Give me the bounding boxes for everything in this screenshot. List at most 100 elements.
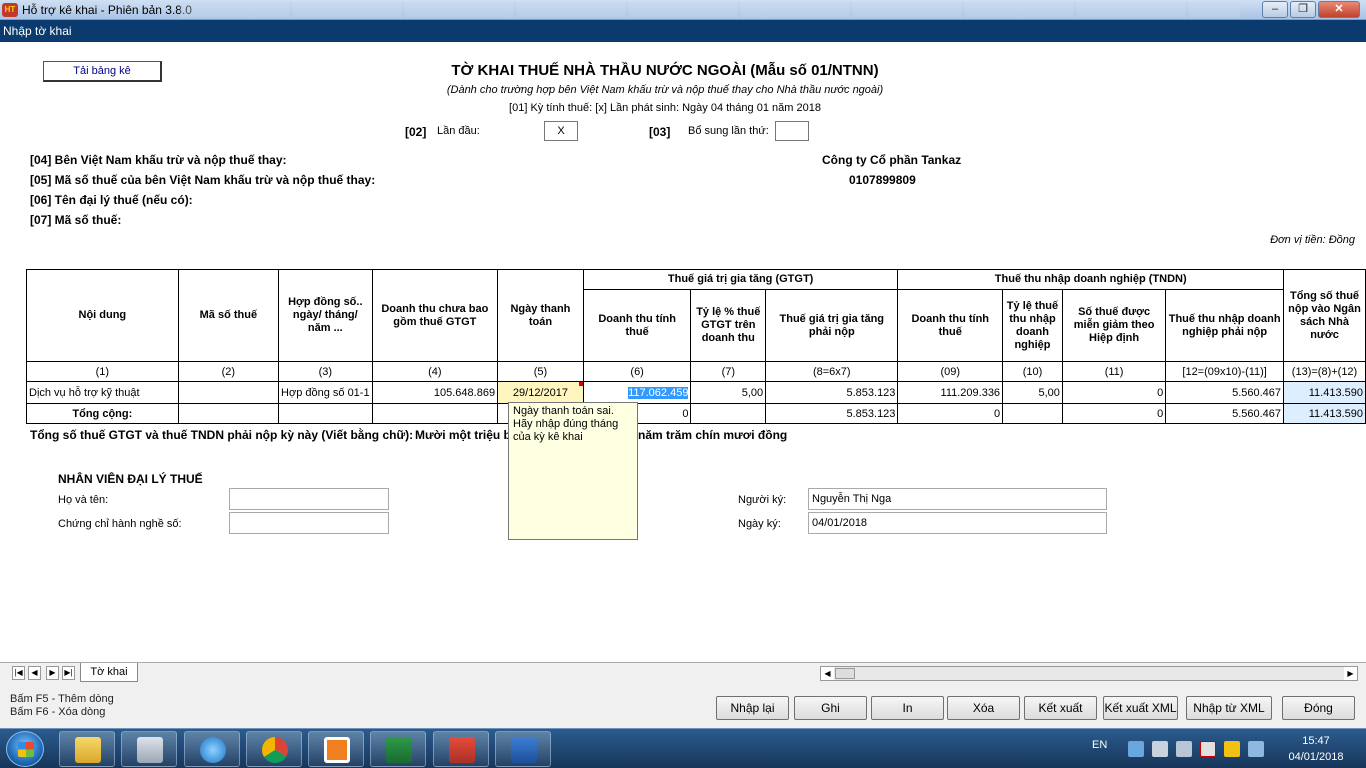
minimize-button[interactable]: –: [1262, 1, 1288, 18]
header-group-vat: Thuế giá trị gia tăng (GTGT): [582, 269, 899, 290]
taskbar-word[interactable]: [495, 731, 551, 767]
network-icon[interactable]: [1152, 741, 1168, 757]
scroll-right-icon[interactable]: ▶: [1344, 667, 1357, 680]
form-title: TỜ KHAI THUẾ NHÀ THẦU NƯỚC NGOÀI (Mẫu số…: [451, 62, 879, 79]
header-cit-taxable-revenue: Doanh thu tính thuế: [897, 289, 1004, 362]
total-empty: [371, 403, 499, 424]
colnum-cell: (4): [371, 361, 499, 382]
cell-payment-date[interactable]: 29/12/2017: [497, 381, 584, 404]
cell-contract[interactable]: Hợp đồng số 01-1: [278, 381, 373, 404]
cell-cit-payable[interactable]: 5.560.467: [1165, 381, 1285, 404]
load-list-button[interactable]: Tải bảng kê: [43, 61, 162, 82]
ie-icon: [200, 737, 226, 763]
reload-button[interactable]: Nhập lại: [716, 696, 789, 720]
windows-logo-icon: [18, 742, 34, 757]
scroll-left-icon[interactable]: ◀: [821, 667, 834, 680]
total-vat-payable: 5.853.123: [765, 403, 899, 424]
colnum-cell: (6): [582, 361, 692, 382]
cell-treaty-exemption[interactable]: 0: [1061, 381, 1167, 404]
next-sheet-icon[interactable]: ▶: [46, 666, 59, 680]
form-header-bar: Nhập tờ khai: [0, 20, 1366, 42]
cell-vat-taxable-revenue[interactable]: 117.062.459: [582, 381, 692, 404]
colnum-cell: (8=6x7): [765, 361, 899, 382]
amount-in-words-label: Tổng số thuế GTGT và thuế TNDN phải nộp …: [30, 428, 414, 442]
colnum-cell: (10): [1002, 361, 1063, 382]
taskbar-internet-explorer[interactable]: [184, 731, 240, 767]
cell-content[interactable]: Dịch vụ hỗ trợ kỹ thuật: [26, 381, 179, 404]
agent-name-input[interactable]: [229, 488, 389, 510]
agent-name-label: Họ và tên:: [58, 494, 109, 506]
horizontal-scrollbar[interactable]: ◀ ▶: [820, 666, 1358, 681]
amount-in-words-value: Mười một triệu b: [415, 428, 511, 442]
taskbar-chrome[interactable]: [246, 731, 302, 767]
first-time-checkbox[interactable]: X: [544, 121, 578, 141]
system-clock[interactable]: 15:47 04/01/2018: [1280, 733, 1352, 765]
header-vat-rate: Tỷ lệ % thuế GTGT trên doanh thu: [690, 289, 767, 362]
volume-icon[interactable]: [1176, 741, 1192, 757]
colnum-cell: [12=(09x10)-(11)]: [1165, 361, 1285, 382]
taskbar-explorer[interactable]: [59, 731, 115, 767]
field05-value: 0107899809: [849, 173, 916, 187]
import-xml-button[interactable]: Nhập từ XML: [1186, 696, 1272, 720]
taskbar: EN 15:47 04/01/2018: [0, 728, 1366, 768]
start-button[interactable]: [6, 731, 44, 767]
print-button[interactable]: In: [871, 696, 944, 720]
first-sheet-icon[interactable]: |◀: [12, 666, 25, 680]
app-icon: HT: [2, 3, 18, 17]
last-sheet-icon[interactable]: ▶|: [62, 666, 75, 680]
field07-label: [07] Mã số thuế:: [30, 213, 122, 227]
maximize-button[interactable]: ❐: [1290, 1, 1316, 18]
signer-input[interactable]: Nguyễn Thị Nga: [808, 488, 1107, 510]
word-icon: [511, 737, 537, 763]
export-xml-button[interactable]: Kết xuất XML: [1103, 696, 1178, 720]
cell-vat-rate[interactable]: 5,00: [690, 381, 767, 404]
header-cit-rate: Tỷ lệ thuế thu nhập doanh nghiệp: [1002, 289, 1063, 362]
certificate-label: Chứng chỉ hành nghề số:: [58, 518, 182, 530]
clock-date: 04/01/2018: [1288, 751, 1344, 763]
close-button[interactable]: Đóng: [1282, 696, 1355, 720]
field04-label: [04] Bên Việt Nam khấu trừ và nộp thuế t…: [30, 153, 287, 167]
certificate-input[interactable]: [229, 512, 389, 534]
taskbar-app-orange[interactable]: [308, 731, 364, 767]
antivirus-icon[interactable]: [1200, 741, 1216, 757]
clock-time: 15:47: [1302, 735, 1330, 747]
language-indicator[interactable]: EN: [1092, 739, 1107, 751]
cell-cit-taxable-revenue[interactable]: 111.209.336: [897, 381, 1004, 404]
form-header-title: Nhập tờ khai: [3, 24, 72, 38]
cell-tax-code[interactable]: [177, 381, 280, 404]
colnum-cell: (5): [497, 361, 584, 382]
colnum-cell: (09): [897, 361, 1004, 382]
total-empty: [1002, 403, 1063, 424]
warning-icon[interactable]: [1224, 741, 1240, 757]
sign-date-label: Ngày ký:: [738, 518, 781, 530]
tray-app-icon[interactable]: [1128, 741, 1144, 757]
header-vat-payable: Thuế giá trị gia tăng phải nộp: [765, 289, 899, 362]
supplement-label: Bổ sung lần thứ:: [688, 125, 769, 137]
sign-date-input[interactable]: 04/01/2018: [808, 512, 1107, 534]
taskbar-calculator[interactable]: [121, 731, 177, 767]
cell-revenue-excl-vat[interactable]: 105.648.869: [371, 381, 499, 404]
prev-sheet-icon[interactable]: ◀: [28, 666, 41, 680]
colnum-cell: (1): [26, 361, 179, 382]
delete-button[interactable]: Xóa: [947, 696, 1020, 720]
cell-cit-rate[interactable]: 5,00: [1002, 381, 1063, 404]
excel-icon: [386, 737, 412, 763]
taskbar-tax-app[interactable]: [433, 731, 489, 767]
export-button[interactable]: Kết xuất: [1024, 696, 1097, 720]
header-group-cit: Thuế thu nhập doanh nghiệp (TNDN): [897, 269, 1285, 290]
scroll-thumb[interactable]: [835, 668, 855, 679]
taskbar-excel[interactable]: [370, 731, 426, 767]
total-cit-taxable-revenue: 0: [897, 403, 1004, 424]
supplement-field[interactable]: [775, 121, 809, 141]
column-number-row: (1) (2) (3) (4) (5) (6) (7) (8=6x7) (09)…: [26, 361, 1366, 382]
hint-delete-row: Bấm F6 - Xóa dòng: [10, 706, 106, 718]
cell-vat-payable[interactable]: 5.853.123: [765, 381, 899, 404]
cell-total-tax[interactable]: 11.413.590: [1283, 381, 1366, 404]
flag-tray-icon[interactable]: [1248, 741, 1264, 757]
close-window-button[interactable]: ✕: [1318, 1, 1360, 18]
declaration-table: Nội dung Mã số thuế Hợp đồng số.. ngày/ …: [26, 269, 1366, 424]
currency-unit: Đơn vị tiền: Đồng: [1270, 234, 1355, 246]
tab-declaration[interactable]: Tờ khai: [80, 663, 138, 682]
save-button[interactable]: Ghi: [794, 696, 867, 720]
hint-add-row: Bấm F5 - Thêm dòng: [10, 693, 114, 705]
